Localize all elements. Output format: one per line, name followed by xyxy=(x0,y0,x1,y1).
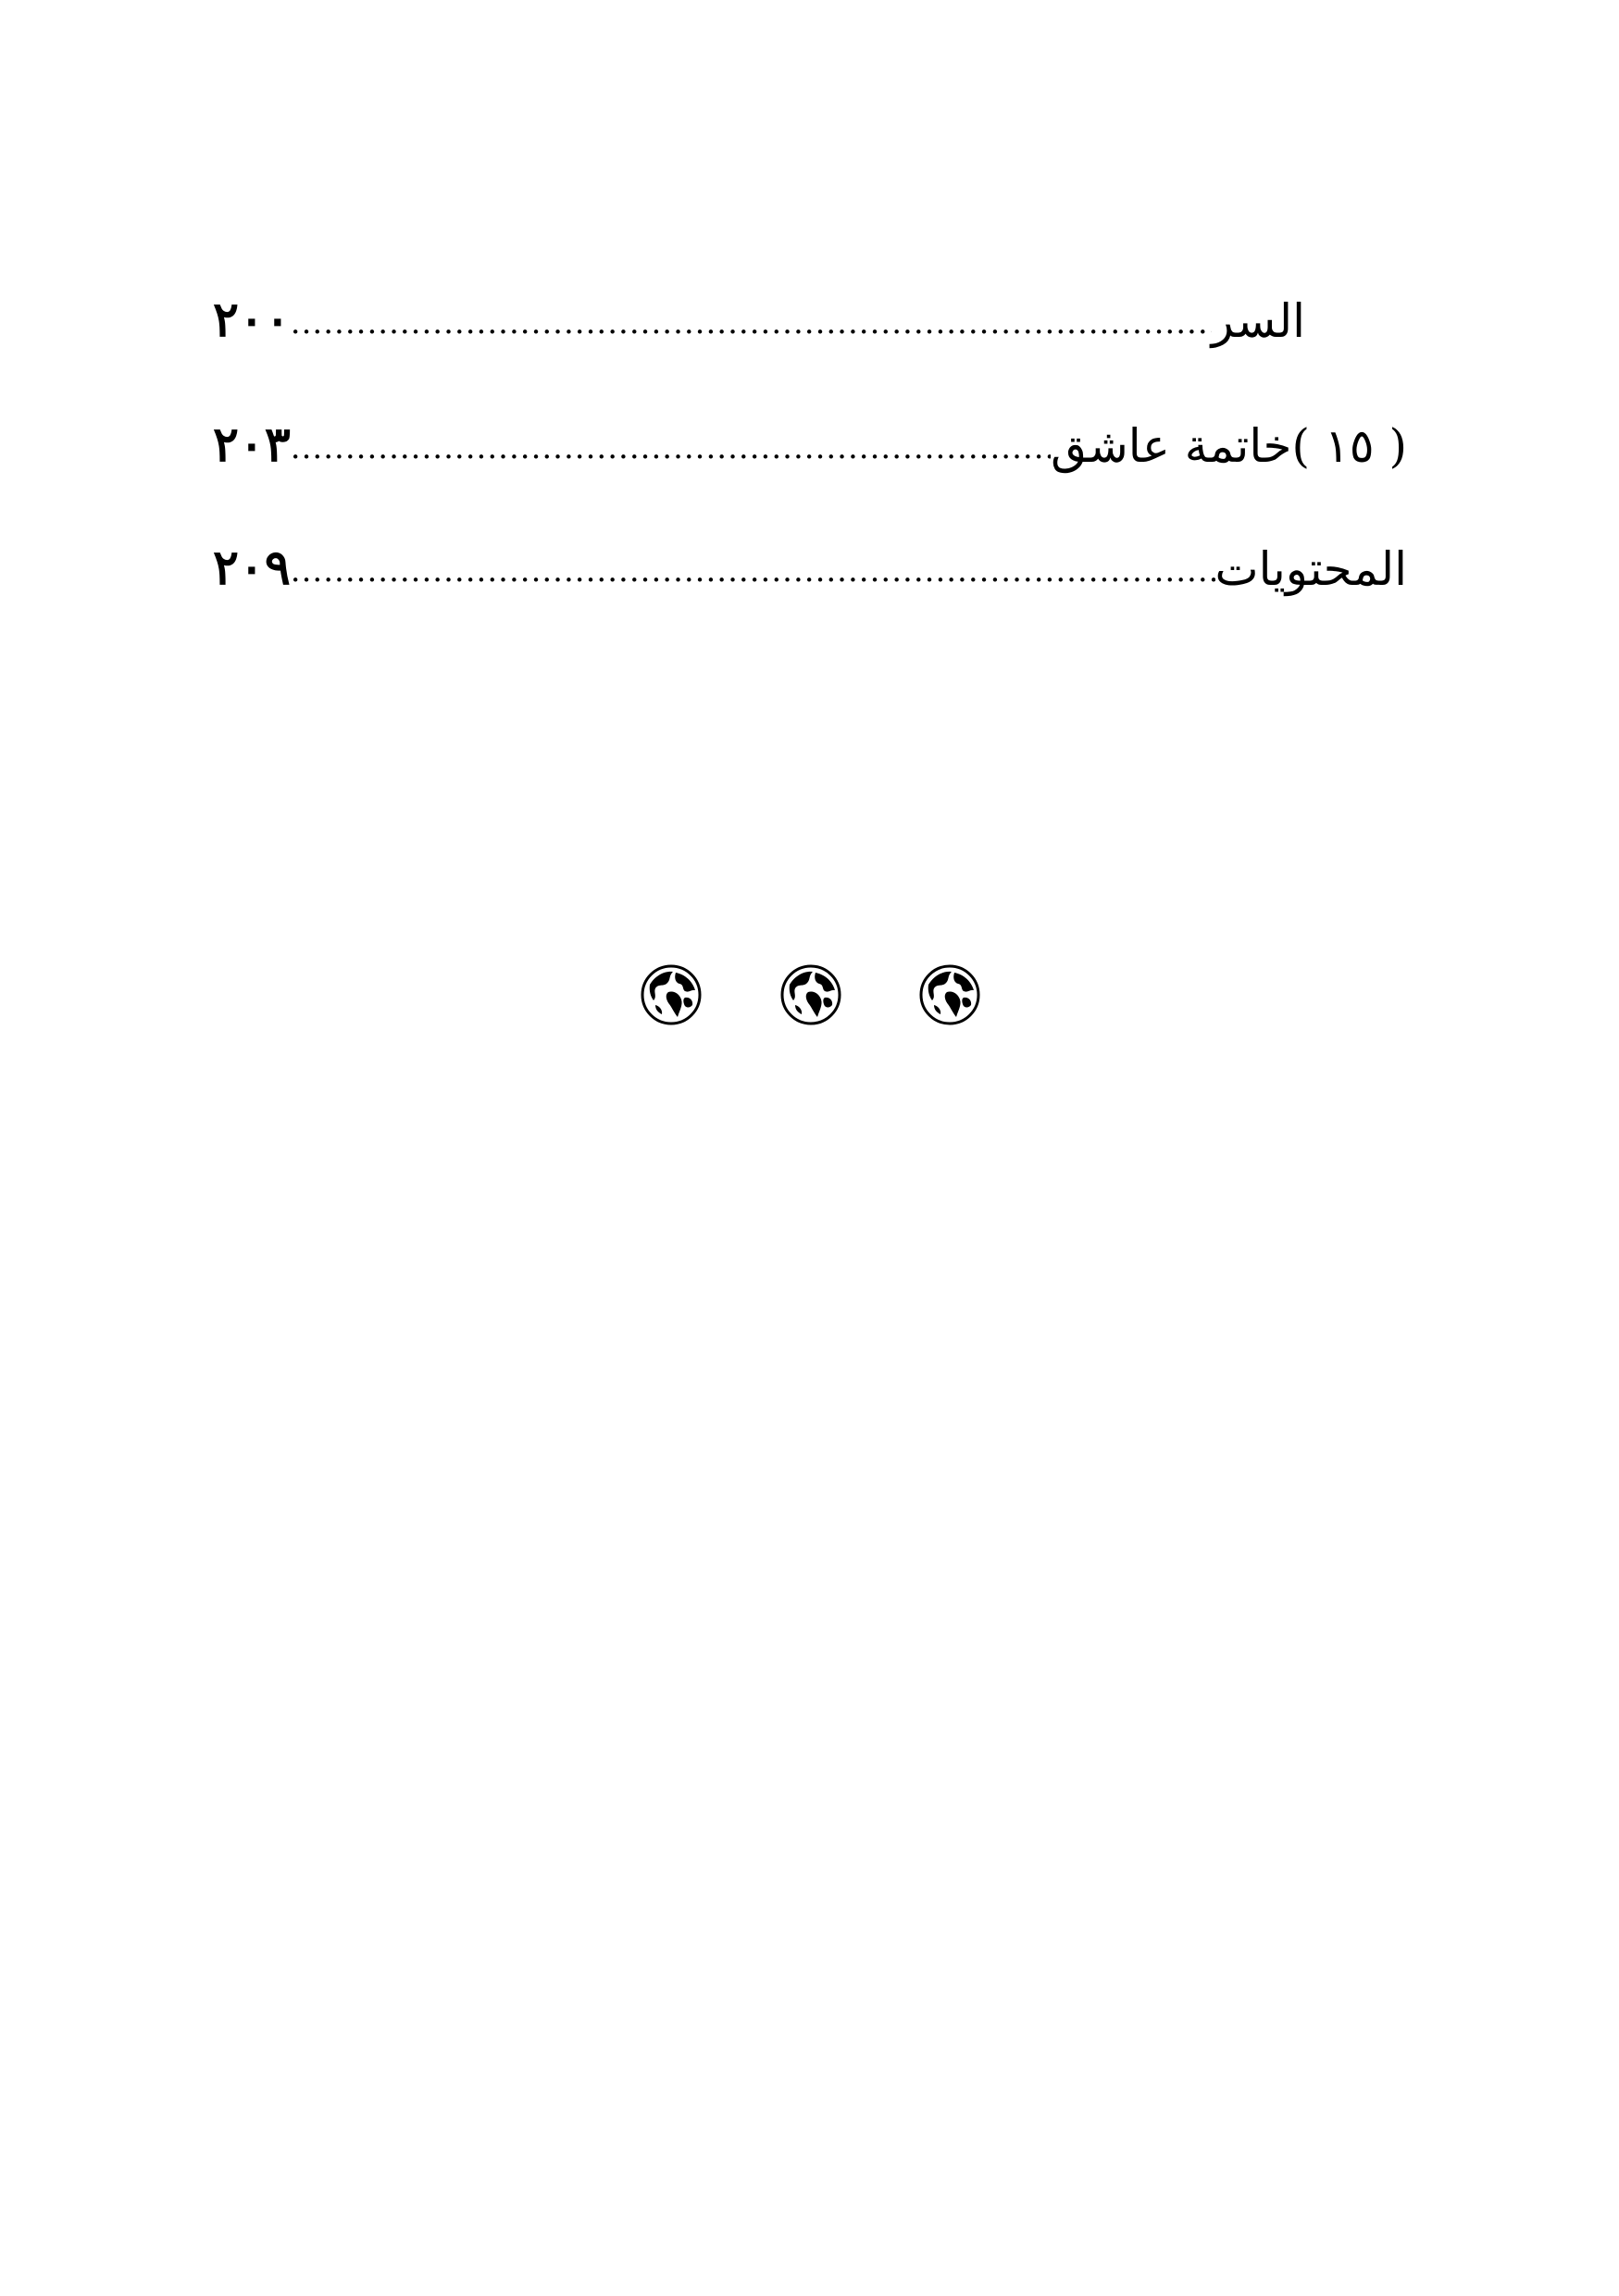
toc-leader-dots: ........................................… xyxy=(290,555,1215,590)
table-of-contents: السر ...................................… xyxy=(0,0,1619,648)
toc-entry-page: ٢٠٠ xyxy=(213,292,291,348)
toc-entry[interactable]: السر ...................................… xyxy=(213,278,1407,352)
globe-icon xyxy=(919,964,980,1025)
toc-entry-title: المحتويات xyxy=(1214,542,1407,596)
toc-entry-page: ٢٠٩ xyxy=(213,540,291,596)
toc-entry-page: ٢٠٣ xyxy=(213,416,291,473)
section-ornaments xyxy=(0,964,1619,1038)
globe-icon xyxy=(641,964,702,1025)
toc-leader-dots: ........................................… xyxy=(290,432,1051,466)
globe-icon xyxy=(780,964,841,1025)
toc-leader-dots: ........................................… xyxy=(290,307,1212,341)
toc-entry-title: السر xyxy=(1211,294,1305,348)
toc-entry-title: ( ١٥ )خاتمة عاشق xyxy=(1051,419,1407,473)
toc-entry[interactable]: ( ١٥ )خاتمة عاشق .......................… xyxy=(213,403,1407,477)
toc-entry[interactable]: المحتويات ..............................… xyxy=(213,526,1407,600)
